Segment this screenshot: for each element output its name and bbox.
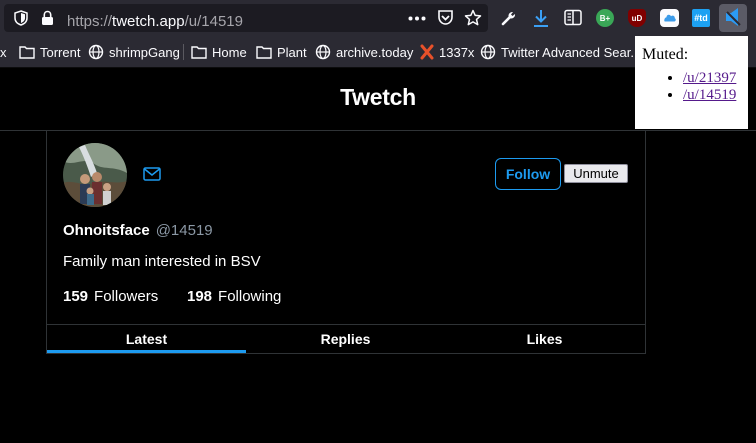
download-icon[interactable] xyxy=(532,8,550,28)
mute-extension-icon[interactable] xyxy=(719,4,747,32)
followers-count: 159 xyxy=(63,288,89,305)
url-text[interactable]: https://twetch.app/u/14519 xyxy=(67,13,243,30)
url-bar[interactable]: https://twetch.app/u/14519 xyxy=(4,4,488,32)
bookmark-shrimpgang[interactable]: shrimpGang xyxy=(88,37,180,67)
bookmark-label: x xyxy=(0,44,7,60)
muted-user-link[interactable]: /u/14519 xyxy=(683,87,736,103)
bookmark-label: Torrent xyxy=(40,44,81,60)
page-actions-icon[interactable] xyxy=(408,16,426,21)
url-path: /u/14519 xyxy=(184,13,243,30)
bookmark-star-icon[interactable] xyxy=(464,9,482,27)
display-name: Ohnoitsface xyxy=(63,222,150,239)
list-item: /u/21397 xyxy=(683,70,736,87)
unmute-button[interactable]: Unmute xyxy=(564,164,628,183)
bookmark-label: Plant xyxy=(277,44,307,60)
active-tab-indicator xyxy=(47,350,246,353)
tweetdeck-icon[interactable]: #td xyxy=(692,9,710,27)
muted-user-link[interactable]: /u/21397 xyxy=(683,70,736,86)
followers-stat[interactable]: 159 Followers xyxy=(63,288,158,305)
icloud-icon[interactable] xyxy=(660,9,679,27)
bookmark-archive-today[interactable]: archive.today xyxy=(315,37,413,67)
bookmark-torrent[interactable]: Torrent xyxy=(19,37,80,67)
folder-icon xyxy=(19,46,35,59)
reader-view-icon[interactable] xyxy=(564,9,582,26)
b-plus-extension-icon[interactable]: B+ xyxy=(596,9,614,27)
follow-button[interactable]: Follow xyxy=(495,158,561,190)
x-logo-icon xyxy=(420,44,434,60)
bookmark-plant[interactable]: Plant xyxy=(256,37,307,67)
mail-icon[interactable] xyxy=(143,167,161,181)
following-label: Following xyxy=(218,288,282,305)
profile-bio: Family man interested in BSV xyxy=(63,253,261,270)
url-scheme: https:// xyxy=(67,13,113,30)
bookmark-1337x[interactable]: 1337x xyxy=(420,37,474,67)
browser-toolbar: https://twetch.app/u/14519 B+ uD #td xyxy=(0,0,756,37)
bookmark-label: Twitter Advanced Sear... xyxy=(501,44,642,60)
bookmark-label: Home xyxy=(212,44,247,60)
bookmark-label: 1337x xyxy=(439,44,475,60)
muted-list: /u/21397 /u/14519 xyxy=(635,70,736,104)
tab-replies[interactable]: Replies xyxy=(246,325,445,353)
avatar[interactable] xyxy=(63,143,127,207)
globe-icon xyxy=(315,44,331,60)
tab-latest[interactable]: Latest xyxy=(47,325,246,353)
url-host: twetch.app xyxy=(112,13,185,30)
profile-name-line: Ohnoitsface @14519 xyxy=(63,222,213,239)
tracking-protection-icon[interactable] xyxy=(14,10,28,26)
list-item: /u/14519 xyxy=(683,87,736,104)
globe-icon xyxy=(88,44,104,60)
wrench-icon[interactable] xyxy=(500,9,518,27)
folder-icon xyxy=(191,46,207,59)
bookmark-home[interactable]: Home xyxy=(191,37,247,67)
bookmark-label: archive.today xyxy=(336,44,414,60)
following-count: 198 xyxy=(187,288,213,305)
user-handle: @14519 xyxy=(155,222,213,239)
bookmark-label: shrimpGang xyxy=(109,44,180,60)
followers-label: Followers xyxy=(94,288,159,305)
lock-icon[interactable] xyxy=(41,10,54,26)
bookmark-twitter-advanced-search[interactable]: Twitter Advanced Sear... xyxy=(480,37,641,67)
ublock-origin-icon[interactable]: uD xyxy=(628,9,646,27)
pocket-icon[interactable] xyxy=(437,9,454,26)
tab-likes[interactable]: Likes xyxy=(445,325,644,353)
popup-title: Muted: xyxy=(642,46,689,63)
bookmark-x[interactable]: x xyxy=(0,37,7,67)
muted-popup: Muted: /u/21397 /u/14519 xyxy=(635,36,748,129)
bookmark-separator xyxy=(183,44,184,60)
following-stat[interactable]: 198 Following xyxy=(187,288,281,305)
globe-icon xyxy=(480,44,496,60)
folder-icon xyxy=(256,46,272,59)
